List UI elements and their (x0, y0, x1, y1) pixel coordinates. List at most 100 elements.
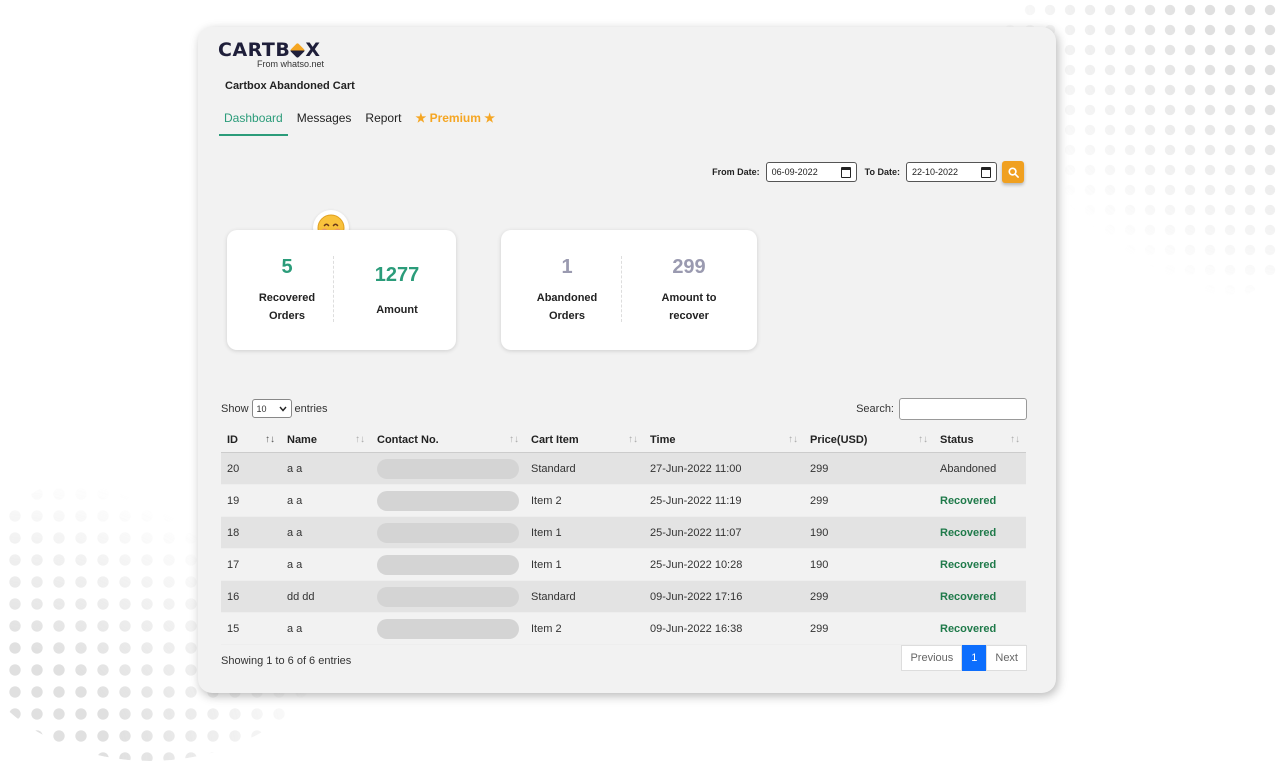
cell-cart-item: Standard (525, 580, 644, 613)
divider (333, 256, 334, 322)
redacted-contact (377, 586, 519, 607)
cell-cart-item: Item 2 (531, 494, 562, 507)
tab-messages[interactable]: Messages (292, 108, 357, 136)
cell-time: 25-Jun-2022 11:19 (650, 494, 742, 507)
table-info: Showing 1 to 6 of 6 entries (221, 655, 352, 667)
search-label: Search: (856, 403, 894, 415)
cell-price: 299 (804, 452, 934, 485)
pagination: Previous 1 Next (901, 645, 1027, 671)
recovered-orders-value: 5 (281, 256, 293, 278)
from-date-value: 06-09-2022 (771, 167, 818, 177)
cell-id: 15 (227, 622, 240, 635)
box-logo-icon (291, 44, 304, 57)
recovered-orders-label: Recovered Orders (258, 292, 316, 322)
cell-status: Recovered (940, 622, 997, 635)
previous-button[interactable]: Previous (901, 645, 963, 671)
cell-name: a a (281, 516, 371, 549)
sort-icon: ↑↓ (355, 434, 365, 445)
to-date-input[interactable]: 22-10-2022 (906, 162, 997, 182)
cell-cart-item: Item 1 (525, 516, 644, 549)
page-size-select[interactable]: 10 (251, 399, 292, 418)
entries-label: entries (294, 402, 328, 415)
cell-status: Abandoned (934, 452, 1026, 485)
sort-icon: ↑↓ (918, 434, 928, 445)
table-row: 17 a a Item 1 25-Jun-2022 10:28 190 Reco… (221, 549, 1026, 581)
cell-contact (371, 452, 525, 485)
calendar-icon[interactable] (981, 166, 991, 178)
filter-search-button[interactable] (1002, 161, 1024, 183)
table-row: 19 a a Item 2 25-Jun-2022 11:19 299 Reco… (221, 485, 1026, 517)
nav-tabs: Dashboard Messages Report ★ Premium ★ (219, 108, 504, 136)
cell-status: Recovered (940, 494, 997, 507)
cell-name: a a (281, 452, 371, 485)
cell-contact (371, 485, 525, 517)
amount-label: Amount (376, 304, 418, 316)
cell-name: a a (287, 622, 303, 635)
cell-time: 27-Jun-2022 11:00 (644, 452, 804, 485)
tab-premium-label: Premium (429, 111, 481, 125)
col-header-price[interactable]: Price(USD) ↑↓ (804, 428, 934, 453)
star-icon: ★ (484, 111, 496, 125)
calendar-icon[interactable] (840, 166, 851, 178)
col-header-time[interactable]: Time ↑↓ (644, 428, 804, 453)
col-header-name[interactable]: Name ↑↓ (281, 428, 371, 453)
cell-price: 190 (804, 516, 934, 549)
amount-to-recover-label: Amount to recover (661, 292, 717, 322)
cell-cart-item: Item 2 (531, 622, 562, 635)
to-date-value: 22-10-2022 (912, 167, 959, 177)
tab-premium[interactable]: ★ Premium ★ (410, 108, 500, 136)
cell-price: 190 (810, 558, 829, 571)
redacted-contact (377, 458, 519, 479)
col-header-contact[interactable]: Contact No. ↑↓ (371, 428, 525, 453)
divider (621, 256, 622, 322)
from-date-input[interactable]: 06-09-2022 (765, 162, 857, 182)
table-row: 15 a a Item 2 09-Jun-2022 16:38 299 Reco… (221, 613, 1026, 645)
table-row: 20 a a Standard 27-Jun-2022 11:00 299 Ab… (221, 452, 1026, 485)
cell-time: 09-Jun-2022 16:38 (650, 622, 743, 635)
brand-subtitle: From whatso.net (257, 59, 325, 69)
app-panel: CARTB X From whatso.net Cartbox Abandoned… (198, 27, 1056, 693)
next-button[interactable]: Next (986, 645, 1027, 671)
app-title: Cartbox Abandoned Cart (225, 80, 355, 92)
sort-icon: ↑↓ (628, 434, 638, 445)
from-date-label: From Date: (712, 167, 760, 177)
cell-contact (371, 613, 525, 645)
abandoned-card: 1 Abandoned Orders 299 Amount to recover (501, 230, 757, 350)
tab-report[interactable]: Report (360, 108, 406, 136)
cell-status: Recovered (934, 516, 1026, 549)
show-label: Show (221, 402, 249, 415)
cell-status: Recovered (934, 580, 1026, 613)
cell-name: dd dd (281, 580, 371, 613)
sort-icon: ↑↓ (788, 434, 798, 445)
logo-text-end: X (305, 39, 321, 61)
cell-time: 25-Jun-2022 10:28 (650, 558, 743, 571)
logo-text: CARTB (218, 39, 291, 61)
brand: CARTB X From whatso.net (218, 40, 324, 69)
col-header-status[interactable]: Status ↑↓ (934, 428, 1026, 453)
table-search: Search: (856, 398, 1027, 420)
table-header-row: ID ↑↓ Name ↑↓ Contact No. ↑↓ Cart Item ↑↓ Ti… (221, 428, 1026, 453)
chevron-down-icon (278, 406, 287, 412)
page-size-value: 10 (256, 403, 267, 414)
cell-id: 18 (221, 516, 281, 549)
cell-id: 16 (221, 580, 281, 613)
sort-icon: ↑↓ (509, 434, 519, 445)
table-row: 18 a a Item 1 25-Jun-2022 11:07 190 Reco… (221, 516, 1026, 549)
abandoned-orders-value: 1 (561, 256, 573, 278)
col-header-cart-item[interactable]: Cart Item ↑↓ (525, 428, 644, 453)
col-header-id[interactable]: ID ↑↓ (221, 428, 281, 453)
redacted-contact (377, 618, 519, 639)
cell-name: a a (287, 494, 303, 507)
sort-icon: ↑↓ (1010, 434, 1020, 445)
page-1-button[interactable]: 1 (962, 645, 987, 671)
cell-price: 299 (804, 580, 934, 613)
cell-cart-item: Standard (525, 452, 644, 485)
sort-icon: ↑↓ (265, 434, 275, 445)
tab-dashboard[interactable]: Dashboard (219, 108, 288, 136)
cell-id: 19 (227, 494, 240, 507)
cell-contact (371, 580, 525, 613)
abandoned-orders-label: Abandoned Orders (536, 292, 598, 322)
search-input[interactable] (899, 398, 1027, 420)
cell-id: 17 (227, 558, 240, 571)
cell-time: 09-Jun-2022 17:16 (644, 580, 804, 613)
